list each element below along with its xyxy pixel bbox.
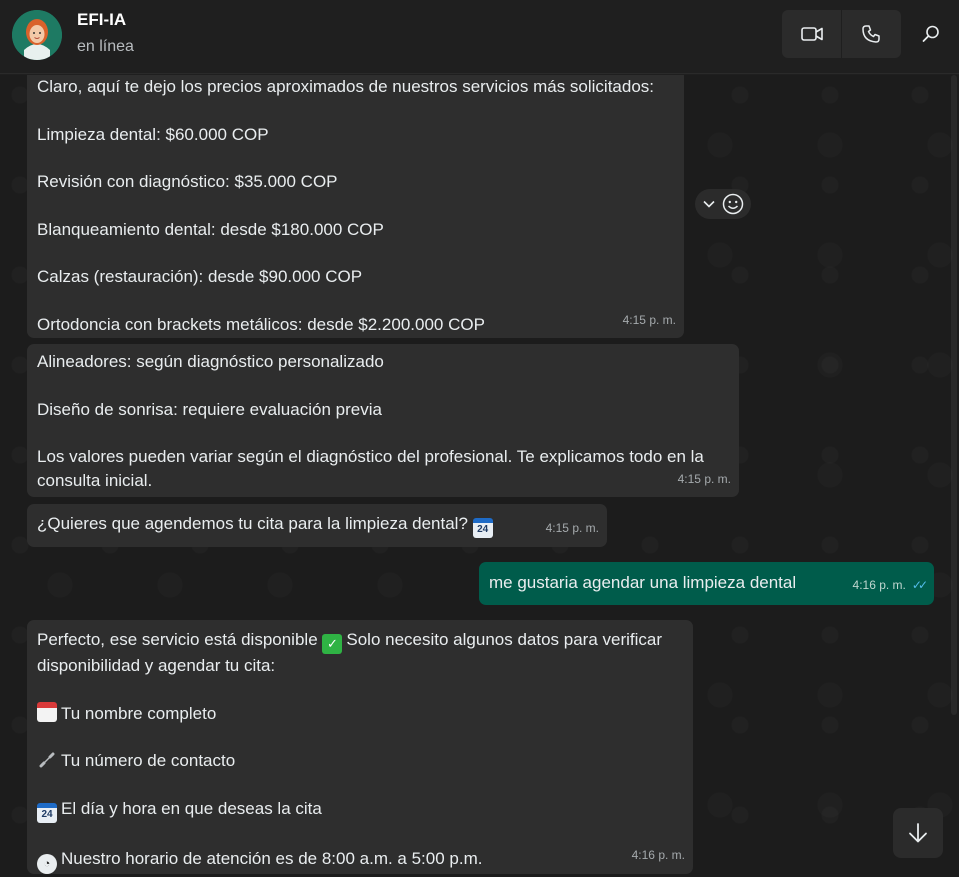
arrow-down-icon [909, 823, 927, 843]
message-timestamp: 4:15 p. m. [677, 471, 731, 486]
phone-icon [862, 25, 881, 43]
chat-panel[interactable]: Claro, aquí te dejo los precios aproxima… [0, 75, 959, 877]
chat-header: EFI-IA en línea [0, 0, 959, 74]
message-line: Diseño de sonrisa: requiere evaluación p… [37, 399, 382, 419]
search-button[interactable] [913, 16, 949, 52]
message-text: Perfecto, ese servicio está disponible [37, 630, 318, 649]
message-line: Los valores pueden variar según el diagn… [37, 447, 704, 466]
message-line: Claro, aquí te dejo los precios aproxima… [37, 77, 655, 96]
message-line: ¿Quieres que agendemos tu cita para la l… [37, 512, 597, 538]
message-line: ◔ Nuestro horario de atención es de 8:00 … [37, 847, 683, 874]
check-mark-emoji-icon: ✓ [322, 634, 343, 654]
message-timestamp: 4:15 p. m. [622, 312, 676, 327]
smiley-icon[interactable] [722, 193, 744, 215]
message-line: Perfecto, ese servicio está disponible ✓… [37, 628, 683, 654]
message-bubble-incoming[interactable]: Claro, aquí te dejo los precios aproxima… [27, 75, 684, 338]
message-line: Calzas (restauración): desde $90.000 COP [37, 267, 363, 286]
read-ticks-icon: ✓✓ [911, 577, 928, 592]
message-line: Ortodoncia con brackets metálicos: desde… [37, 314, 485, 334]
message-text: Nuestro horario de atención es de 8:00 a… [61, 848, 483, 868]
message-timestamp: 4:15 p. m. [545, 520, 599, 535]
message-bubble-incoming[interactable]: ¿Quieres que agendemos tu cita para la l… [27, 504, 607, 547]
message-text: Tu número de contacto [61, 751, 236, 770]
message-line: consulta inicial. [37, 470, 153, 490]
call-button-group [782, 10, 901, 58]
message-line: Limpieza dental: $60.000 COP [37, 124, 269, 144]
contact-status: en línea [77, 38, 134, 55]
reaction-picker[interactable] [695, 189, 751, 219]
message-timestamp: 4:16 p. m. ✓✓ [852, 574, 929, 598]
clock-emoji-icon: ◔ [37, 853, 57, 874]
video-camera-icon [800, 27, 823, 41]
message-line: Tu nombre completo [37, 701, 683, 726]
message-line: disponibilidad y agendar tu cita: [37, 656, 276, 675]
message-text: Solo necesito algunos datos para verific… [346, 630, 663, 649]
chevron-down-icon[interactable] [702, 200, 715, 208]
chat-scrollbar[interactable] [951, 75, 957, 715]
message-timestamp: 4:16 p. m. [631, 847, 685, 862]
message-line: Alineadores: según diagnóstico personali… [37, 352, 384, 371]
voice-call-button[interactable] [842, 10, 901, 58]
message-line: Revisión con diagnóstico: $35.000 COP [37, 172, 338, 191]
message-bubble-incoming[interactable]: Perfecto, ese servicio está disponible ✓… [27, 620, 693, 874]
contact-name[interactable]: EFI-IA [77, 10, 126, 30]
message-line: 24 El día y hora en que deseas la cita [37, 797, 683, 823]
tear-off-calendar-emoji-icon [37, 701, 57, 722]
contact-avatar[interactable] [12, 10, 62, 60]
search-icon [922, 25, 939, 42]
message-line: Tu número de contacto [37, 749, 683, 773]
message-bubble-incoming[interactable]: Alineadores: según diagnóstico personali… [27, 344, 739, 497]
calendar-emoji-icon: 24 [472, 518, 493, 538]
video-call-button[interactable] [782, 10, 841, 58]
avatar-illustration-icon [12, 10, 62, 60]
message-text: El día y hora en que deseas la cita [61, 798, 322, 818]
message-time-text: 4:16 p. m. [852, 577, 906, 592]
message-line: Blanqueamiento dental: desde $180.000 CO… [37, 219, 384, 239]
telephone-receiver-emoji-icon [37, 751, 57, 771]
message-text: ¿Quieres que agendemos tu cita para la l… [37, 514, 468, 533]
message-bubble-outgoing[interactable]: me gustaria agendar una limpieza dental … [479, 562, 934, 605]
message-text: Tu nombre completo [61, 703, 217, 723]
scroll-to-bottom-button[interactable] [893, 808, 943, 858]
calendar-emoji-icon: 24 [37, 802, 57, 823]
